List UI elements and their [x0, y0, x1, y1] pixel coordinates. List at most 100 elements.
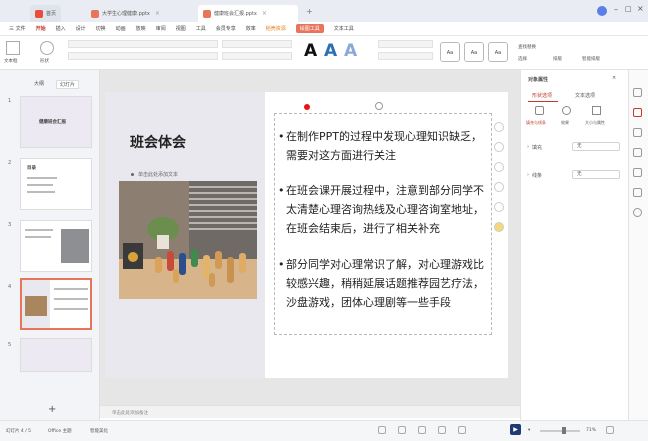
float-tool-icon[interactable] [494, 202, 504, 212]
shape-icon[interactable] [633, 108, 642, 117]
edit-icon[interactable] [633, 128, 642, 137]
zoom-level[interactable]: 71% [586, 428, 596, 433]
slide-photo[interactable] [119, 181, 257, 299]
menu-tools[interactable]: 工具 [196, 25, 206, 32]
menu-slideshow[interactable]: 放映 [136, 25, 146, 32]
notes-icon[interactable] [378, 426, 386, 434]
font-controls[interactable] [68, 40, 218, 48]
maximize-icon[interactable]: □ [625, 5, 632, 13]
minimize-icon[interactable]: – [614, 5, 618, 14]
align-controls[interactable] [222, 52, 292, 60]
format-controls[interactable] [68, 52, 218, 60]
slide-subtitle[interactable]: 单击此处添加文本 [138, 171, 178, 178]
zoom-slider[interactable] [540, 430, 580, 432]
select-button[interactable]: 选择 [518, 56, 527, 62]
subtab-fill-line[interactable]: 填充与线条 [526, 120, 546, 126]
text-style-black[interactable]: A [304, 41, 317, 61]
window-close-icon[interactable]: × [637, 4, 644, 13]
smart-beautify-button[interactable]: 智能美化 [90, 428, 108, 434]
location-icon[interactable] [633, 208, 642, 217]
text-style-light[interactable]: A [344, 41, 357, 61]
bullet-item[interactable]: • 在制作PPT的过程中发现心理知识缺乏，需要对这方面进行关注 [278, 127, 492, 165]
paragraph-controls[interactable] [222, 40, 292, 48]
shape-style-1[interactable]: Aa [440, 42, 460, 62]
fit-window-icon[interactable] [606, 426, 614, 434]
text-fill-controls[interactable] [378, 40, 433, 48]
tab-home[interactable]: 首页 [30, 5, 62, 22]
float-tool-icon[interactable] [494, 222, 504, 232]
menu-view[interactable]: 视图 [176, 25, 186, 32]
notes-bar[interactable]: 单击此处添加备注 [100, 405, 520, 418]
play-dropdown-icon[interactable]: ▾ [528, 428, 530, 433]
tab-file-1[interactable]: 大学生心理健康.pptx × [86, 5, 194, 22]
menu-drawing-tools[interactable]: 绘图工具 [295, 24, 324, 33]
tab-file-2[interactable]: 健康班会汇报.pptx × [198, 5, 298, 22]
find-replace-button[interactable]: 查找替换 [518, 44, 536, 50]
slide-thumb-2[interactable]: 目录 [20, 158, 92, 210]
fill-label[interactable]: 填充 [532, 144, 542, 151]
menu-design[interactable]: 设计 [76, 25, 86, 32]
menu-insert[interactable]: 插入 [56, 25, 66, 32]
properties-icon[interactable] [633, 88, 642, 97]
close-icon[interactable]: × [155, 10, 160, 17]
menu-animation[interactable]: 动画 [116, 25, 126, 32]
float-tool-icon[interactable] [494, 122, 504, 132]
slide-title[interactable]: 班会体会 [130, 132, 186, 152]
bullet-item[interactable]: • 部分同学对心理常识了解，对心理游戏比较感兴趣，稍稍延展话题推荐园艺疗法，沙盘… [278, 255, 492, 312]
textbox-icon[interactable] [6, 41, 20, 55]
shape-style-3[interactable]: Aa [488, 42, 508, 62]
float-tool-icon[interactable] [494, 142, 504, 152]
slide-thumb-5[interactable] [20, 338, 92, 372]
float-tool-icon[interactable] [494, 182, 504, 192]
line-label[interactable]: 线条 [532, 172, 542, 179]
bullet-item[interactable]: • 在班会课开展过程中，注意到部分同学不太清楚心理咨询热线及心理咨询室地址，在班… [278, 181, 492, 238]
smart-layout-button[interactable]: 智能排版 [582, 56, 600, 62]
size-property-icon[interactable] [592, 106, 601, 115]
settings-icon[interactable] [633, 188, 642, 197]
avatar[interactable] [597, 6, 607, 16]
animation-icon[interactable] [633, 168, 642, 177]
menu-text-tools[interactable]: 文本工具 [334, 25, 354, 32]
menu-review[interactable]: 审阅 [156, 25, 166, 32]
close-icon[interactable]: × [262, 10, 267, 17]
effects-icon[interactable] [562, 106, 571, 115]
fill-select[interactable]: 无 [572, 142, 620, 151]
comment-icon[interactable] [398, 426, 406, 434]
menu-file[interactable]: 三 文件 [9, 25, 26, 32]
normal-view-icon[interactable] [418, 426, 426, 434]
zoom-slider-thumb[interactable] [562, 427, 566, 434]
menu-home[interactable]: 开始 [36, 25, 46, 32]
reading-view-icon[interactable] [458, 426, 466, 434]
subtab-effects[interactable]: 效果 [561, 120, 569, 126]
menu-efficiency[interactable]: 效率 [246, 25, 256, 32]
add-slide-button[interactable]: + [48, 404, 56, 415]
tab-shape-options[interactable]: 形状选项 [532, 92, 552, 99]
slide-thumb-4[interactable] [20, 278, 92, 330]
slide-thumb-1[interactable]: 健康班会汇报 [20, 96, 92, 148]
shape-button[interactable]: 形状 [40, 58, 49, 64]
menu-transition[interactable]: 切换 [96, 25, 106, 32]
line-select[interactable]: 无 [572, 170, 620, 179]
textbox-button[interactable]: 文本框 [4, 58, 18, 64]
subtab-size[interactable]: 大小与属性 [585, 120, 605, 126]
sorter-view-icon[interactable] [438, 426, 446, 434]
pane-close-icon[interactable]: × [612, 75, 616, 81]
new-tab-icon[interactable]: + [306, 7, 313, 16]
play-icon[interactable]: ▶ [510, 424, 521, 435]
text-outline-controls[interactable] [378, 52, 433, 60]
fill-line-icon[interactable] [535, 106, 544, 115]
shape-icon[interactable] [40, 41, 54, 55]
rotate-handle-icon[interactable] [375, 102, 383, 110]
shape-style-2[interactable]: Aa [464, 42, 484, 62]
float-tool-icon[interactable] [494, 162, 504, 172]
layers-icon[interactable] [633, 148, 642, 157]
slide-thumb-3[interactable] [20, 220, 92, 272]
menu-docer[interactable]: 稻壳资源 [266, 25, 286, 32]
tab-slides[interactable]: 幻灯片 [56, 80, 80, 89]
tab-outline[interactable]: 大纲 [34, 80, 44, 87]
arrange-button[interactable]: 排版 [553, 56, 562, 62]
text-style-blue[interactable]: A [324, 41, 337, 61]
menu-member[interactable]: 会员专享 [216, 25, 236, 32]
wps-home-icon [35, 9, 43, 18]
tab-text-options[interactable]: 文本选项 [575, 92, 595, 99]
